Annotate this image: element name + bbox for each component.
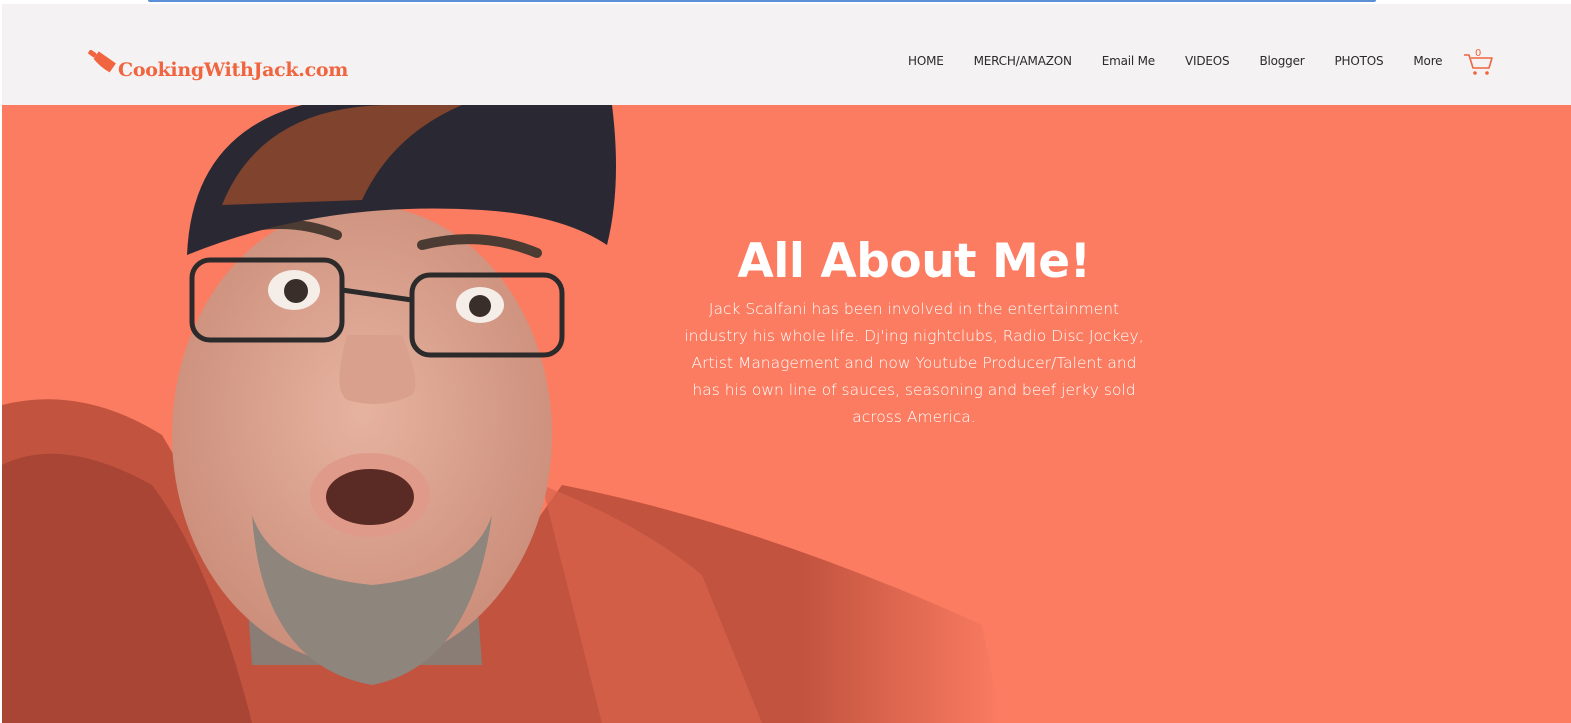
nav-item-videos[interactable]: VIDEOS bbox=[1185, 54, 1230, 68]
nav-item-photos[interactable]: PHOTOS bbox=[1335, 54, 1384, 68]
main-nav: HOME MERCH/AMAZON Email Me VIDEOS Blogge… bbox=[893, 54, 1457, 68]
nav-item-merch-amazon[interactable]: MERCH/AMAZON bbox=[974, 54, 1072, 68]
logo-text: CookingWithJack.com bbox=[118, 59, 349, 81]
hero-description: Jack Scalfani has been involved in the e… bbox=[684, 299, 1144, 426]
cleaver-icon bbox=[78, 50, 116, 82]
nav-item-blogger[interactable]: Blogger bbox=[1259, 54, 1304, 68]
nav-item-home[interactable]: HOME bbox=[908, 54, 944, 68]
nav-item-email-me[interactable]: Email Me bbox=[1102, 54, 1155, 68]
cart-icon bbox=[1463, 54, 1495, 81]
nav-item-more[interactable]: More bbox=[1413, 54, 1442, 68]
site-logo[interactable]: CookingWithJack.com bbox=[78, 48, 348, 84]
site-header: CookingWithJack.com HOME MERCH/AMAZON Em… bbox=[2, 4, 1571, 105]
cart-count: 0 bbox=[1475, 48, 1482, 59]
scroll-indicator bbox=[148, 0, 1376, 2]
cart-button[interactable]: 0 bbox=[1463, 48, 1495, 77]
hero-title: All About Me! bbox=[737, 234, 1091, 290]
hero-section: All About Me! Jack Scalfani has been inv… bbox=[2, 105, 1571, 723]
